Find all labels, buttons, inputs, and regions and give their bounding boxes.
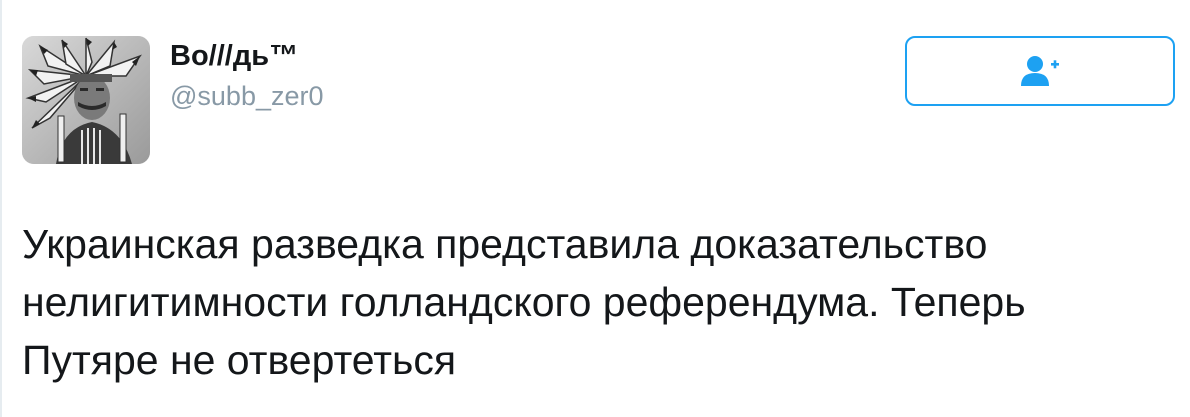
follow-button[interactable] bbox=[905, 36, 1175, 106]
tweet-text: Украинская разведка представила доказате… bbox=[22, 215, 1162, 389]
tweet-text-line: Украинская разведка представила доказате… bbox=[22, 221, 988, 267]
user-avatar[interactable] bbox=[22, 36, 150, 164]
avatar-image bbox=[22, 36, 150, 164]
follow-user-plus-icon bbox=[1021, 56, 1059, 86]
tweet-text-line: нелигитимности голландского референдума.… bbox=[22, 279, 1026, 325]
user-handle[interactable]: @subb_zer0 bbox=[170, 80, 324, 112]
display-name[interactable]: Bo///дь™ bbox=[170, 38, 298, 74]
tweet-card: Bo///дь™ @subb_zer0 Украинская разведка … bbox=[0, 0, 1190, 417]
tweet-text-line: Путяре не отвертеться bbox=[22, 337, 457, 383]
